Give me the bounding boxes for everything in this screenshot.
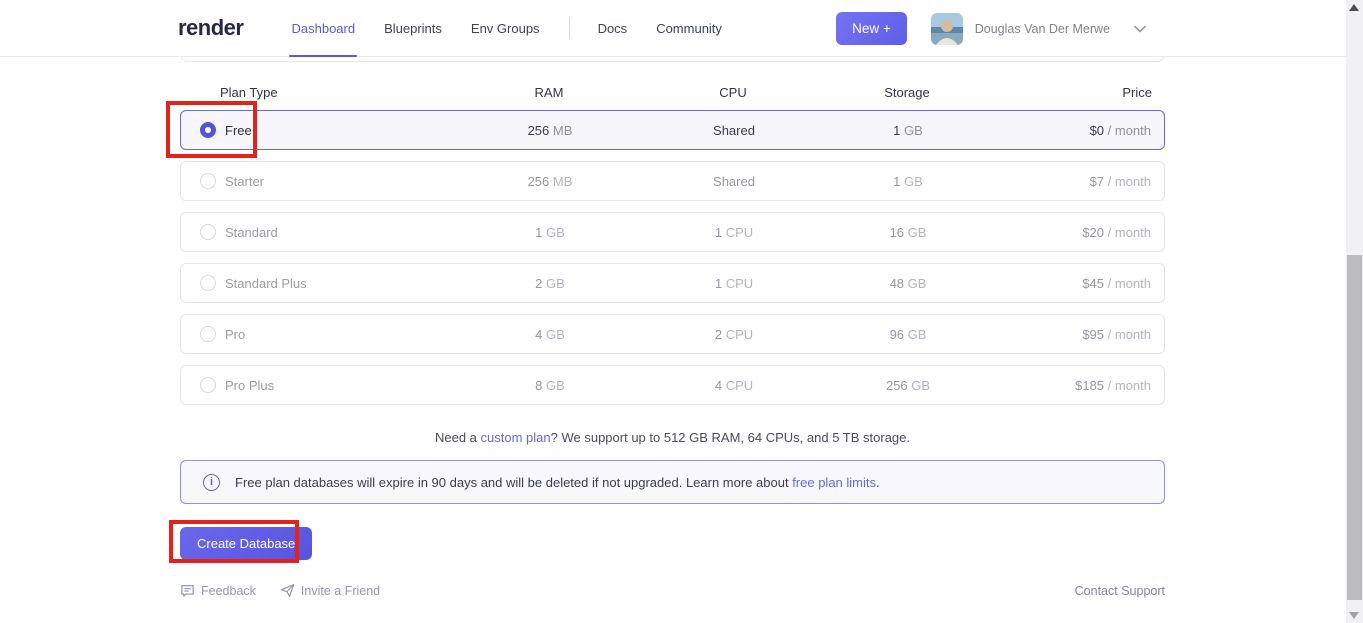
custom-plan-note: Need a custom plan? We support up to 512… bbox=[180, 430, 1165, 445]
plan-storage: 16 GB bbox=[829, 225, 987, 240]
tab-docs[interactable]: Docs bbox=[598, 0, 628, 57]
tab-community[interactable]: Community bbox=[656, 0, 722, 57]
plan-name: Standard Plus bbox=[225, 276, 307, 291]
tab-dashboard[interactable]: Dashboard bbox=[291, 0, 355, 57]
plan-storage: 1 GB bbox=[829, 123, 987, 138]
plan-price: $0 / month bbox=[987, 123, 1164, 138]
plan-name: Standard bbox=[225, 225, 278, 240]
page: render Dashboard Blueprints Env Groups D… bbox=[0, 0, 1363, 623]
free-plan-limits-link[interactable]: free plan limits bbox=[792, 475, 876, 490]
plan-radio[interactable] bbox=[200, 377, 216, 393]
chevron-down-icon[interactable] bbox=[1134, 25, 1146, 33]
plan-row-pro[interactable]: Pro 4 GB 2 CPU 96 GB $95 / month bbox=[180, 314, 1165, 354]
info-banner-period: . bbox=[876, 475, 880, 490]
invite-friend-label: Invite a Friend bbox=[301, 584, 380, 598]
plan-radio[interactable] bbox=[200, 122, 216, 138]
header-cpu: CPU bbox=[638, 85, 828, 100]
plan-price: $185 / month bbox=[987, 378, 1164, 393]
free-plan-info-banner: i Free plan databases will expire in 90 … bbox=[180, 460, 1165, 504]
plan-ram: 8 GB bbox=[461, 378, 639, 393]
feedback-button[interactable]: Feedback bbox=[180, 583, 256, 598]
plan-name: Pro bbox=[225, 327, 245, 342]
plan-storage: 96 GB bbox=[829, 327, 987, 342]
paper-plane-icon bbox=[280, 583, 295, 598]
feedback-icon bbox=[180, 583, 195, 598]
plan-row-free[interactable]: Free 256 MB Shared 1 GB $0 / month bbox=[180, 110, 1165, 150]
navbar: render Dashboard Blueprints Env Groups D… bbox=[0, 0, 1346, 57]
plan-ram: 256 MB bbox=[461, 123, 639, 138]
plan-row-standard-plus[interactable]: Standard Plus 2 GB 1 CPU 48 GB $45 / mon… bbox=[180, 263, 1165, 303]
plan-cpu: Shared bbox=[639, 174, 829, 189]
contact-support-label: Contact Support bbox=[1075, 584, 1165, 598]
contact-support-link[interactable]: Contact Support bbox=[1075, 584, 1165, 598]
plan-row-starter[interactable]: Starter 256 MB Shared 1 GB $7 / month bbox=[180, 161, 1165, 201]
plan-cpu: 1 CPU bbox=[639, 276, 829, 291]
plan-radio[interactable] bbox=[200, 173, 216, 189]
custom-plan-suffix: ? We support up to 512 GB RAM, 64 CPUs, … bbox=[551, 430, 910, 445]
header-plan-type: Plan Type bbox=[180, 85, 460, 100]
header-ram: RAM bbox=[460, 85, 638, 100]
plan-row-pro-plus[interactable]: Pro Plus 8 GB 4 CPU 256 GB $185 / month bbox=[180, 365, 1165, 405]
info-banner-text: Free plan databases will expire in 90 da… bbox=[235, 475, 880, 490]
header-storage: Storage bbox=[828, 85, 986, 100]
plan-ram: 2 GB bbox=[461, 276, 639, 291]
user-name[interactable]: Douglas Van Der Merwe bbox=[975, 22, 1110, 36]
plan-table-header: Plan Type RAM CPU Storage Price bbox=[180, 85, 1165, 99]
nav-links: Dashboard Blueprints Env Groups Docs Com… bbox=[291, 0, 750, 57]
nav-divider bbox=[569, 17, 570, 39]
plan-price: $20 / month bbox=[987, 225, 1164, 240]
info-icon: i bbox=[203, 474, 220, 491]
info-banner-message: Free plan databases will expire in 90 da… bbox=[235, 475, 792, 490]
plan-storage: 256 GB bbox=[829, 378, 987, 393]
plan-price: $45 / month bbox=[987, 276, 1164, 291]
feedback-label: Feedback bbox=[201, 584, 256, 598]
scrollbar-down-arrow-icon[interactable] bbox=[1349, 612, 1359, 619]
plan-storage: 1 GB bbox=[829, 174, 987, 189]
footer: Feedback Invite a Friend Contact Support bbox=[180, 583, 1165, 598]
plan-radio[interactable] bbox=[200, 224, 216, 240]
plan-cpu: 1 CPU bbox=[639, 225, 829, 240]
plan-price: $95 / month bbox=[987, 327, 1164, 342]
plan-name: Pro Plus bbox=[225, 378, 274, 393]
plan-cpu: 4 CPU bbox=[639, 378, 829, 393]
plan-radio[interactable] bbox=[200, 275, 216, 291]
plan-table-rows: Free 256 MB Shared 1 GB $0 / month Start… bbox=[180, 110, 1165, 416]
plan-ram: 256 MB bbox=[461, 174, 639, 189]
custom-plan-link[interactable]: custom plan bbox=[481, 430, 551, 445]
plan-ram: 1 GB bbox=[461, 225, 639, 240]
tab-blueprints[interactable]: Blueprints bbox=[384, 0, 442, 57]
custom-plan-prefix: Need a bbox=[435, 430, 481, 445]
plan-name: Starter bbox=[225, 174, 264, 189]
plan-cpu: 2 CPU bbox=[639, 327, 829, 342]
plan-radio[interactable] bbox=[200, 326, 216, 342]
render-logo: render bbox=[178, 15, 243, 41]
avatar[interactable] bbox=[931, 13, 963, 45]
plan-row-standard[interactable]: Standard 1 GB 1 CPU 16 GB $20 / month bbox=[180, 212, 1165, 252]
plan-price: $7 / month bbox=[987, 174, 1164, 189]
plan-name: Free bbox=[225, 123, 252, 138]
plan-ram: 4 GB bbox=[461, 327, 639, 342]
scrollbar-up-arrow-icon[interactable] bbox=[1349, 4, 1359, 11]
scrollbar-thumb[interactable] bbox=[1347, 255, 1362, 600]
navbar-right: New + Douglas Van Der Merwe bbox=[836, 0, 1146, 57]
vertical-scrollbar[interactable] bbox=[1346, 0, 1363, 623]
new-button[interactable]: New + bbox=[836, 12, 907, 45]
plan-cpu: Shared bbox=[639, 123, 829, 138]
tab-env-groups[interactable]: Env Groups bbox=[471, 0, 540, 57]
plan-storage: 48 GB bbox=[829, 276, 987, 291]
invite-friend-button[interactable]: Invite a Friend bbox=[280, 583, 380, 598]
header-price: Price bbox=[986, 85, 1165, 100]
create-database-button[interactable]: Create Database bbox=[180, 527, 312, 560]
